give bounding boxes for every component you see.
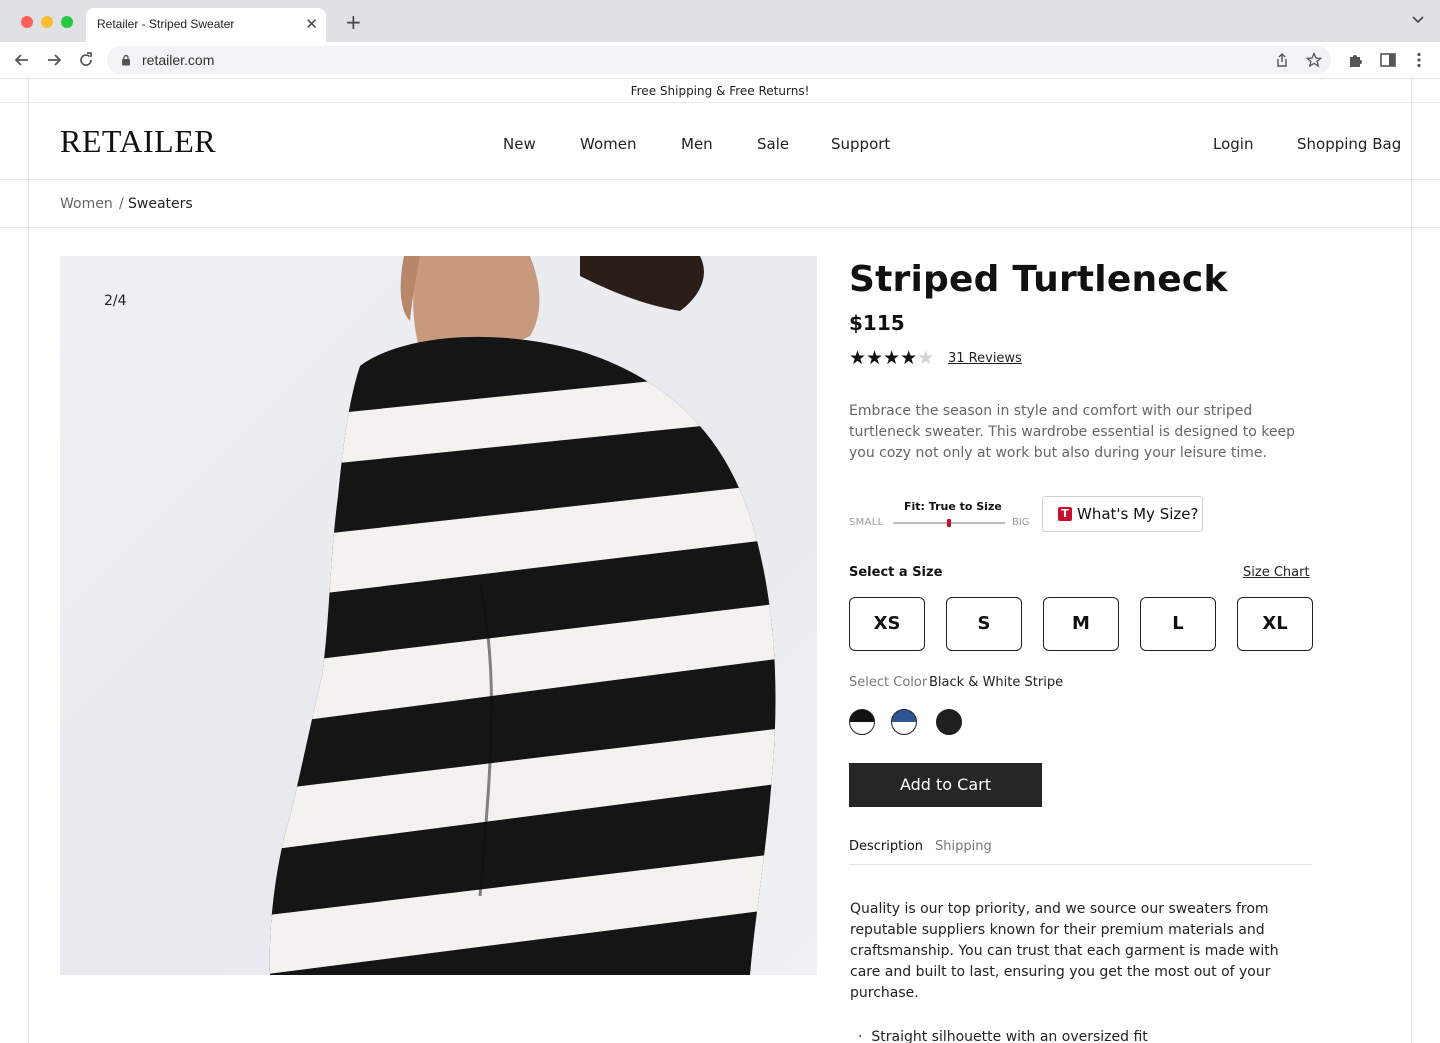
nav-sale[interactable]: Sale	[757, 135, 789, 153]
size-option-m[interactable]: M	[1043, 597, 1119, 651]
share-icon[interactable]	[1274, 52, 1290, 68]
star-icon: ★	[849, 347, 867, 369]
fit-scale	[893, 519, 1005, 527]
product-price: $115	[849, 311, 905, 335]
details-text: Quality is our top priority, and we sour…	[850, 901, 1279, 1001]
size-option-s[interactable]: S	[946, 597, 1022, 651]
reload-icon[interactable]	[77, 51, 95, 69]
new-tab-button[interactable]: +	[345, 12, 362, 32]
promo-banner: Free Shipping & Free Returns!	[0, 79, 1440, 103]
whats-my-size-label: What's My Size?	[1077, 505, 1199, 523]
color-swatch-blue-white[interactable]	[891, 709, 917, 735]
fit-marker	[947, 519, 951, 527]
tab-shipping[interactable]: Shipping	[935, 839, 992, 854]
tab-description[interactable]: Description	[849, 839, 923, 854]
breadcrumb: Women / Sweaters	[0, 180, 1440, 228]
breadcrumb-sweaters: Sweaters	[128, 196, 193, 212]
extensions-puzzle-icon[interactable]	[1347, 51, 1365, 69]
site-header: RETAILER New Women Men Sale Support Logi…	[0, 103, 1440, 180]
fit-scale-big: BIG	[1012, 517, 1030, 528]
product-image[interactable]: 2/4	[60, 256, 817, 975]
nav-support[interactable]: Support	[831, 135, 890, 153]
site-logo[interactable]: RETAILER	[60, 123, 216, 160]
rating-stars: ★★★★★	[849, 347, 934, 369]
chevron-down-icon[interactable]	[1412, 14, 1424, 26]
breadcrumb-women[interactable]: Women	[60, 196, 113, 212]
side-panel-icon[interactable]	[1379, 51, 1397, 69]
maximize-window-button[interactable]	[61, 16, 73, 28]
url-text: retailer.com	[142, 52, 215, 68]
web-page: Free Shipping & Free Returns! RETAILER N…	[0, 79, 1440, 1043]
fit-scale-small: SMALL	[849, 517, 884, 528]
tabs-divider	[849, 864, 1312, 865]
close-tab-icon[interactable]: ✕	[305, 16, 318, 32]
nav-women[interactable]: Women	[580, 135, 636, 153]
size-chart-link[interactable]: Size Chart	[1243, 565, 1310, 580]
close-window-button[interactable]	[21, 16, 33, 28]
color-swatch-black-white[interactable]	[849, 709, 875, 735]
star-icon: ★	[917, 347, 935, 369]
details-bullet: · Straight silhouette with an oversized …	[858, 1029, 1148, 1043]
breadcrumb-separator: /	[119, 196, 124, 212]
sweater-illustration	[269, 256, 776, 975]
product-description: Embrace the season in style and comfort …	[849, 403, 1295, 461]
size-option-xs[interactable]: XS	[849, 597, 925, 651]
selected-color-name: Black & White Stripe	[929, 675, 1064, 690]
address-bar[interactable]: retailer.com	[107, 46, 1331, 74]
nav-men[interactable]: Men	[681, 135, 713, 153]
add-to-cart-button[interactable]: Add to Cart	[849, 763, 1042, 807]
product-title: Striped Turtleneck	[849, 259, 1228, 300]
whats-my-size-button[interactable]: T What's My Size?	[1042, 496, 1203, 532]
browser-tab[interactable]: Retailer - Striped Sweater ✕	[86, 8, 326, 42]
size-option-l[interactable]: L	[1140, 597, 1216, 651]
tab-title: Retailer - Striped Sweater	[97, 17, 235, 31]
image-counter: 2/4	[104, 293, 127, 309]
star-icon: ★	[900, 347, 918, 369]
browser-tab-bar: Retailer - Striped Sweater ✕ +	[0, 0, 1440, 42]
bookmark-star-icon[interactable]	[1306, 52, 1322, 68]
size-option-xl[interactable]: XL	[1237, 597, 1313, 651]
browser-toolbar: retailer.com	[0, 42, 1440, 79]
color-swatch-black[interactable]	[936, 709, 962, 735]
back-arrow-icon[interactable]	[13, 51, 31, 69]
minimize-window-button[interactable]	[41, 16, 53, 28]
select-color-label: Select Color	[849, 675, 928, 690]
select-size-label: Select a Size	[849, 565, 943, 580]
more-menu-icon[interactable]	[1410, 51, 1428, 69]
forward-arrow-icon[interactable]	[45, 51, 63, 69]
reviews-link[interactable]: 31 Reviews	[948, 351, 1022, 366]
star-icon: ★	[866, 347, 884, 369]
fit-label: Fit: True to Size	[904, 500, 1002, 513]
lock-icon	[122, 54, 130, 66]
star-icon: ★	[883, 347, 901, 369]
true-fit-logo-icon: T	[1058, 507, 1072, 521]
login-link[interactable]: Login	[1213, 135, 1253, 153]
shopping-bag-link[interactable]: Shopping Bag	[1297, 135, 1401, 153]
nav-new[interactable]: New	[503, 135, 536, 153]
details-bullet-text: Straight silhouette with an oversized fi…	[871, 1029, 1148, 1043]
